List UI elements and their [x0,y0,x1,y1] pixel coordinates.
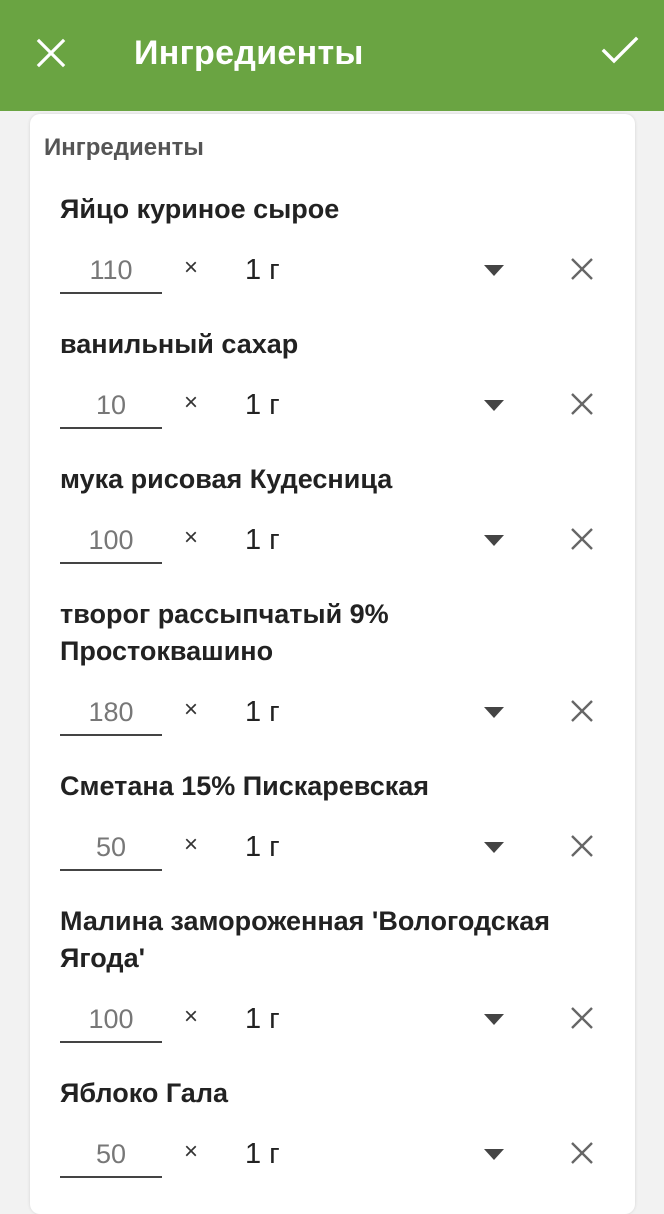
dropdown-arrow-icon[interactable] [484,265,504,277]
quantity-input[interactable]: 100 [60,520,162,564]
ingredient-row: 180 × 1 г [30,692,635,752]
quantity-input[interactable]: 180 [60,692,162,736]
remove-icon[interactable] [570,1006,594,1030]
ingredient-name: Яблоко Гала [60,1078,228,1108]
times-sign: × [184,831,199,858]
quantity-input[interactable]: 50 [60,827,162,871]
times-sign: × [184,389,199,416]
ingredient-row: 50 × 1 г [30,827,635,887]
dropdown-arrow-icon[interactable] [484,1014,504,1026]
remove-icon[interactable] [570,257,594,281]
close-icon[interactable] [34,36,68,70]
unit-select[interactable]: 1 г [245,827,280,867]
unit-select[interactable]: 1 г [245,250,280,290]
remove-icon[interactable] [570,392,594,416]
remove-icon[interactable] [570,1141,594,1165]
dropdown-arrow-icon[interactable] [484,842,504,854]
quantity-input[interactable]: 100 [60,999,162,1043]
ingredient-name: Яйцо куриное сырое [60,194,340,224]
unit-select[interactable]: 1 г [245,999,280,1039]
ingredient-row: 10 × 1 г [30,385,635,445]
ingredient-row: 50 × 1 г [30,1134,635,1194]
times-sign: × [184,524,199,551]
dropdown-arrow-icon[interactable] [484,707,504,719]
quantity-input[interactable]: 50 [60,1134,162,1178]
remove-icon[interactable] [570,527,594,551]
unit-select[interactable]: 1 г [245,692,280,732]
ingredients-card: Ингредиенты Яйцо куриное сырое 110 × 1 г… [30,114,635,1214]
ingredient-row: 100 × 1 г [30,999,635,1059]
quantity-input[interactable]: 10 [60,385,162,429]
times-sign: × [184,1138,199,1165]
ingredient-row: 110 × 1 г [30,250,635,310]
section-label: Ингредиенты [44,134,204,161]
times-sign: × [184,1003,199,1030]
ingredient-name: Сметана 15% Пискаревская [60,771,430,801]
quantity-input[interactable]: 110 [60,250,162,294]
app-bar: Ингредиенты [0,0,664,111]
ingredient-name: ванильный сахар [60,329,299,359]
unit-select[interactable]: 1 г [245,1134,280,1174]
unit-select[interactable]: 1 г [245,520,280,560]
dropdown-arrow-icon[interactable] [484,400,504,412]
remove-icon[interactable] [570,834,594,858]
times-sign: × [184,254,199,281]
check-icon[interactable] [600,34,640,68]
ingredient-name: творог рассыпчатый 9% Простоквашино [60,599,389,666]
ingredient-row: 100 × 1 г [30,520,635,580]
dropdown-arrow-icon[interactable] [484,535,504,547]
unit-select[interactable]: 1 г [245,385,280,425]
page-title: Ингредиенты [134,34,364,72]
ingredient-name: Малина замороженная 'Вологодская Ягода' [60,906,551,973]
ingredient-name: мука рисовая Кудесница [60,464,393,494]
remove-icon[interactable] [570,699,594,723]
dropdown-arrow-icon[interactable] [484,1149,504,1161]
times-sign: × [184,696,199,723]
